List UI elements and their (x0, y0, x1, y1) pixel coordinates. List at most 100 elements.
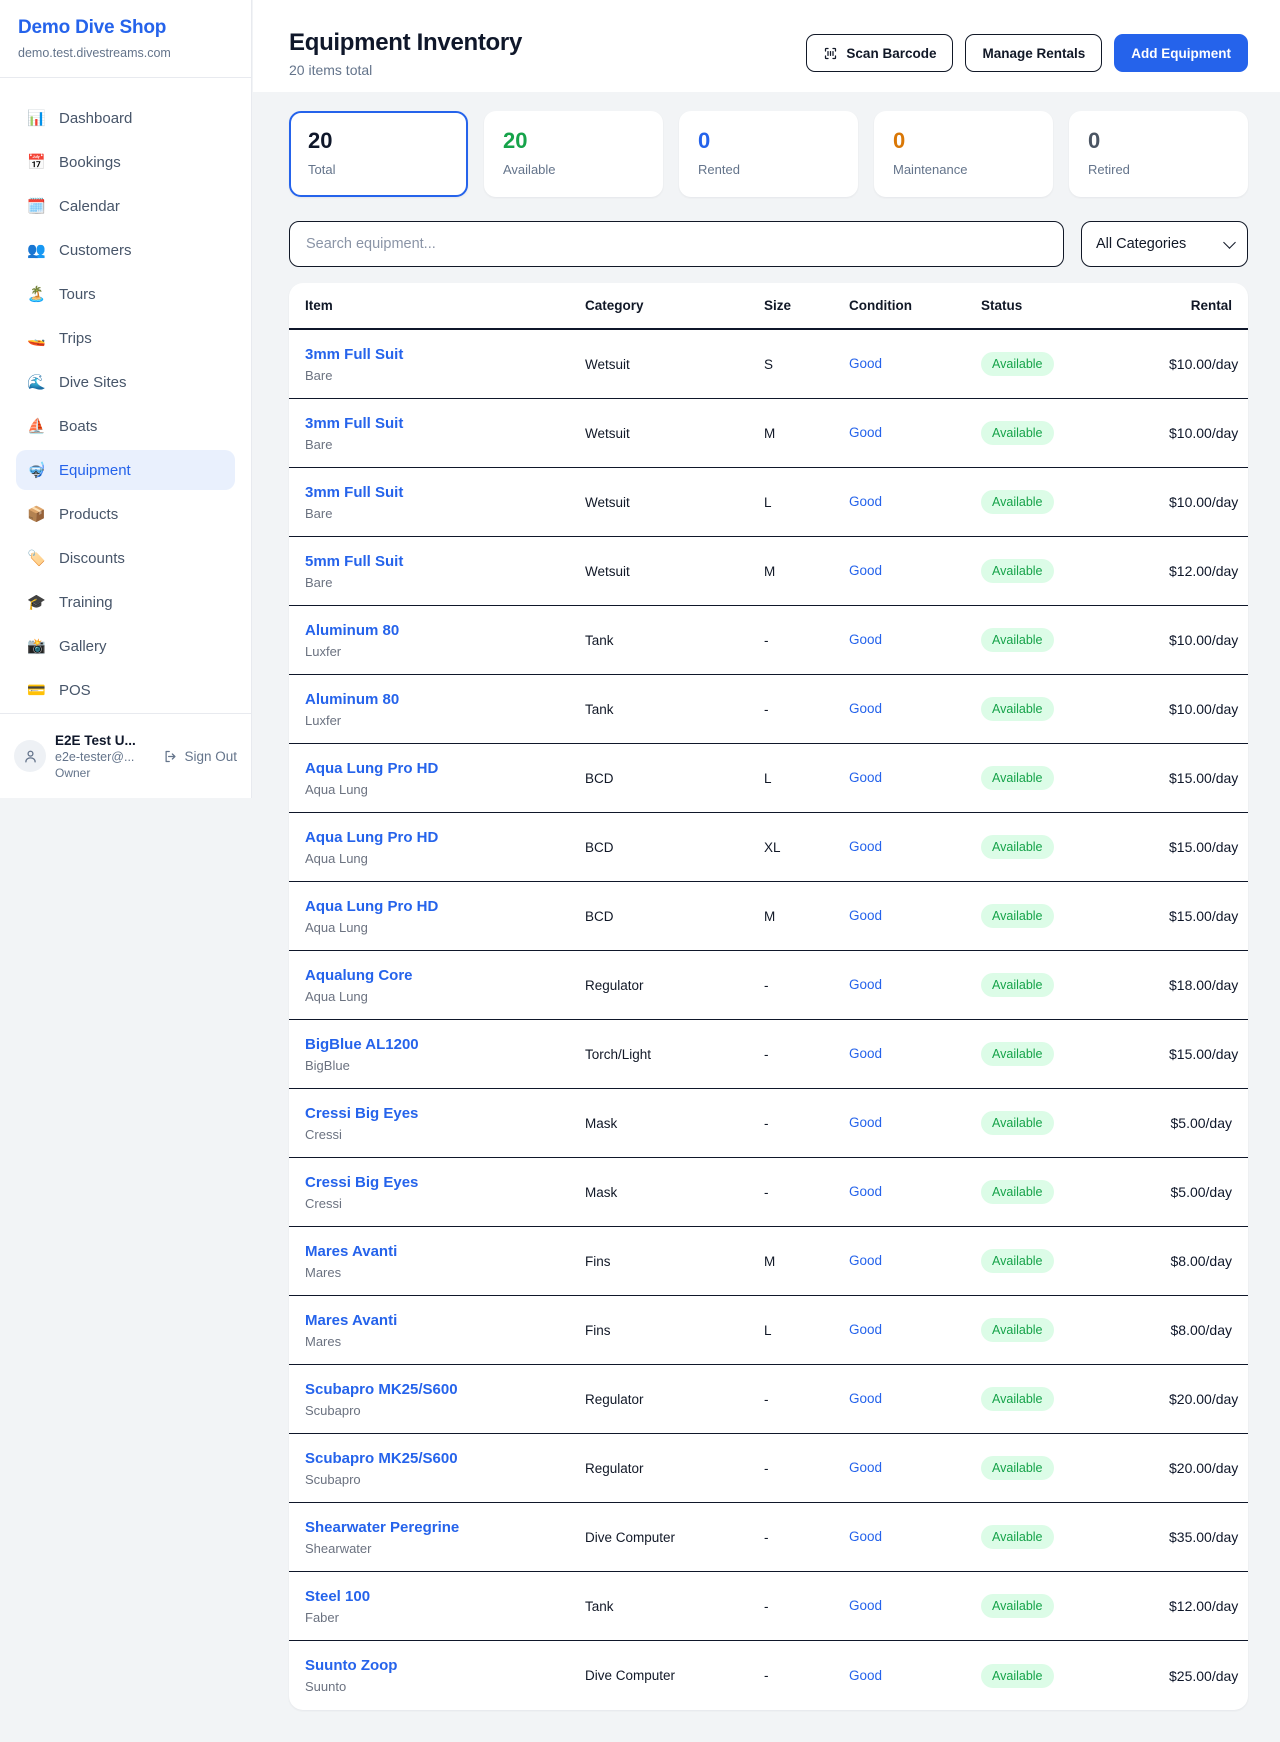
item-condition-link[interactable]: Good (849, 1598, 882, 1613)
sidebar-item-discounts[interactable]: 🏷️ Discounts (16, 538, 235, 578)
item-condition-link[interactable]: Good (849, 1253, 882, 1268)
item-name-link[interactable]: Mares Avanti (305, 1243, 397, 1260)
item-name-link[interactable]: Scubapro MK25/S600 (305, 1450, 458, 1467)
item-name-link[interactable]: Cressi Big Eyes (305, 1105, 418, 1122)
sidebar-item-label: Boats (59, 418, 97, 435)
item-name-link[interactable]: Aluminum 80 (305, 622, 399, 639)
item-condition-link[interactable]: Good (849, 1115, 882, 1130)
sidebar-item-customers[interactable]: 👥 Customers (16, 230, 235, 270)
sidebar-item-label: Trips (59, 330, 92, 347)
item-name-link[interactable]: 5mm Full Suit (305, 553, 403, 570)
item-size: - (764, 1599, 849, 1614)
sidebar-item-label: Dashboard (59, 110, 132, 127)
item-size: - (764, 1116, 849, 1131)
search-input[interactable] (289, 221, 1064, 267)
item-name-link[interactable]: Aluminum 80 (305, 691, 399, 708)
item-size: - (764, 1185, 849, 1200)
table-row: 3mm Full Suit Bare Wetsuit S Good Availa… (289, 330, 1248, 399)
stat-card-retired[interactable]: 0 Retired (1069, 111, 1248, 197)
sidebar-item-calendar[interactable]: 🗓️ Calendar (16, 186, 235, 226)
item-category: Tank (585, 702, 764, 717)
sidebar-item-boats[interactable]: ⛵ Boats (16, 406, 235, 446)
item-name-link[interactable]: Aqua Lung Pro HD (305, 829, 438, 846)
item-size: - (764, 1392, 849, 1407)
item-condition-link[interactable]: Good (849, 1460, 882, 1475)
stat-card-rented[interactable]: 0 Rented (679, 111, 858, 197)
brand: Demo Dive Shop demo.test.divestreams.com (0, 0, 251, 78)
status-badge: Available (981, 835, 1054, 859)
sidebar-item-training[interactable]: 🎓 Training (16, 582, 235, 622)
item-name-link[interactable]: BigBlue AL1200 (305, 1036, 419, 1053)
item-condition-link[interactable]: Good (849, 1391, 882, 1406)
category-select[interactable]: All Categories (1081, 221, 1248, 267)
item-name-link[interactable]: Steel 100 (305, 1588, 370, 1605)
item-condition-link[interactable]: Good (849, 1529, 882, 1544)
stat-label: Retired (1088, 162, 1229, 177)
sidebar-item-bookings[interactable]: 📅 Bookings (16, 142, 235, 182)
item-brand: Mares (305, 1334, 585, 1349)
stat-card-total[interactable]: 20 Total (289, 111, 468, 197)
sidebar-item-dashboard[interactable]: 📊 Dashboard (16, 98, 235, 138)
item-condition-link[interactable]: Good (849, 356, 882, 371)
scan-barcode-button[interactable]: Scan Barcode (806, 34, 953, 72)
item-name-link[interactable]: Shearwater Peregrine (305, 1519, 459, 1536)
item-condition-link[interactable]: Good (849, 977, 882, 992)
item-condition-link[interactable]: Good (849, 839, 882, 854)
add-equipment-button[interactable]: Add Equipment (1114, 34, 1248, 72)
table-row: Cressi Big Eyes Cressi Mask - Good Avail… (289, 1158, 1248, 1227)
sidebar-item-gallery[interactable]: 📸 Gallery (16, 626, 235, 666)
item-condition-link[interactable]: Good (849, 770, 882, 785)
item-condition-link[interactable]: Good (849, 1322, 882, 1337)
equipment-icon: 🤿 (27, 463, 45, 478)
item-name-link[interactable]: Aqualung Core (305, 967, 413, 984)
item-size: L (764, 1323, 849, 1338)
item-name-link[interactable]: Mares Avanti (305, 1312, 397, 1329)
products-icon: 📦 (27, 507, 45, 522)
item-condition-link[interactable]: Good (849, 908, 882, 923)
item-name-link[interactable]: 3mm Full Suit (305, 415, 403, 432)
table-row: Scubapro MK25/S600 Scubapro Regulator - … (289, 1434, 1248, 1503)
sidebar-item-tours[interactable]: 🏝️ Tours (16, 274, 235, 314)
manage-rentals-button[interactable]: Manage Rentals (965, 34, 1102, 72)
item-name-link[interactable]: Aqua Lung Pro HD (305, 898, 438, 915)
item-category: Wetsuit (585, 495, 764, 510)
item-condition-link[interactable]: Good (849, 563, 882, 578)
stat-card-available[interactable]: 20 Available (484, 111, 663, 197)
item-category: Torch/Light (585, 1047, 764, 1062)
stat-value: 20 (308, 128, 449, 154)
table-row: Suunto Zoop Suunto Dive Computer - Good … (289, 1641, 1248, 1710)
item-name-link[interactable]: Aqua Lung Pro HD (305, 760, 438, 777)
sidebar-item-equipment[interactable]: 🤿 Equipment (16, 450, 235, 490)
training-icon: 🎓 (27, 595, 45, 610)
item-condition-link[interactable]: Good (849, 701, 882, 716)
item-condition-link[interactable]: Good (849, 1668, 882, 1683)
item-name-link[interactable]: 3mm Full Suit (305, 484, 403, 501)
item-name-link[interactable]: 3mm Full Suit (305, 346, 403, 363)
table-row: 5mm Full Suit Bare Wetsuit M Good Availa… (289, 537, 1248, 606)
column-header-item: Item (289, 298, 585, 313)
sidebar-item-products[interactable]: 📦 Products (16, 494, 235, 534)
item-name-link[interactable]: Scubapro MK25/S600 (305, 1381, 458, 1398)
brand-name[interactable]: Demo Dive Shop (18, 17, 233, 39)
item-condition-link[interactable]: Good (849, 632, 882, 647)
status-badge: Available (981, 904, 1054, 928)
status-badge: Available (981, 1042, 1054, 1066)
sidebar-user-section: E2E Test U... e2e-tester@... Owner Sign … (0, 713, 251, 798)
status-badge: Available (981, 1111, 1054, 1135)
tours-icon: 🏝️ (27, 287, 45, 302)
stat-value: 20 (503, 128, 644, 154)
item-rental-rate: $5.00/day (1169, 1115, 1248, 1131)
item-condition-link[interactable]: Good (849, 494, 882, 509)
item-condition-link[interactable]: Good (849, 1046, 882, 1061)
item-rental-rate: $5.00/day (1169, 1184, 1248, 1200)
item-name-link[interactable]: Suunto Zoop (305, 1657, 397, 1674)
item-condition-link[interactable]: Good (849, 425, 882, 440)
item-condition-link[interactable]: Good (849, 1184, 882, 1199)
user-info: E2E Test U... e2e-tester@... Owner (55, 733, 154, 780)
stat-card-maintenance[interactable]: 0 Maintenance (874, 111, 1053, 197)
item-name-link[interactable]: Cressi Big Eyes (305, 1174, 418, 1191)
sidebar-item-trips[interactable]: 🚤 Trips (16, 318, 235, 358)
sign-out-button[interactable]: Sign Out (163, 749, 237, 764)
sidebar-item-pos[interactable]: 💳 POS (16, 670, 235, 710)
sidebar-item-dive-sites[interactable]: 🌊 Dive Sites (16, 362, 235, 402)
